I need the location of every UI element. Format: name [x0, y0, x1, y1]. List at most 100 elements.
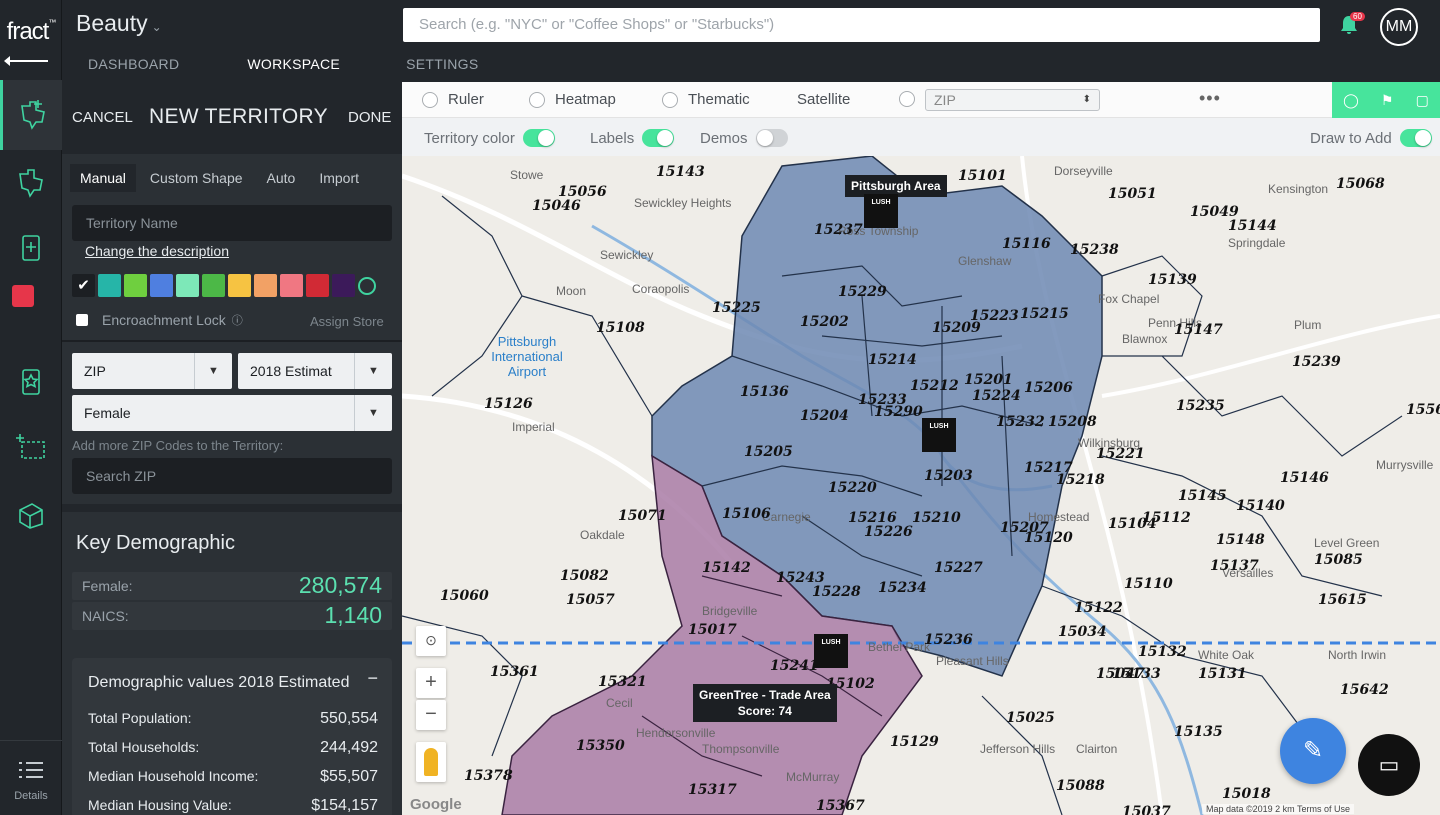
cancel-button[interactable]: CANCEL	[72, 109, 133, 126]
notification-badge: 60	[1350, 12, 1365, 21]
zip-label: 15224	[972, 388, 1021, 404]
swatch-orange[interactable]	[254, 274, 277, 297]
search-zip-input[interactable]: Search ZIP	[72, 458, 392, 494]
zoom-out-button[interactable]: −	[416, 700, 446, 730]
workspace-dropdown[interactable]: Beauty ⌄	[76, 10, 162, 37]
tab-import[interactable]: Import	[309, 164, 369, 192]
swatch-red[interactable]	[306, 274, 329, 297]
add-zip-hint: Add more ZIP Codes to the Territory:	[72, 438, 284, 453]
details-label: Details	[14, 790, 48, 802]
encroachment-lock-checkbox[interactable]: Encroachment Lock ⓘ	[76, 312, 243, 328]
zip-label: 15046	[532, 198, 581, 214]
collapse-arrow-icon[interactable]	[4, 56, 48, 66]
tab-dashboard[interactable]: DASHBOARD	[80, 50, 187, 85]
place-label: Jefferson Hills	[980, 742, 1056, 756]
ruler-option[interactable]: Ruler	[422, 91, 484, 108]
territories-icon[interactable]	[0, 148, 62, 218]
swatch-selected[interactable]: ✔	[72, 274, 95, 297]
selection-area-icon[interactable]	[0, 412, 62, 482]
zip-label: 15228	[812, 584, 861, 600]
swatch-lime[interactable]	[124, 274, 147, 297]
demo-value-row: Total Households: 244,492	[88, 739, 378, 756]
swatch-purple[interactable]	[332, 274, 355, 297]
draw-to-add-toggle[interactable]: Draw to Add	[1310, 129, 1432, 147]
tab-auto[interactable]: Auto	[257, 164, 306, 192]
favorite-location-icon[interactable]	[0, 346, 62, 416]
key-demographic-title: Key Demographic	[76, 532, 235, 554]
top-bar: Beauty ⌄ DASHBOARD WORKSPACE SETTINGS Sea…	[62, 0, 1440, 85]
boundary-type-select[interactable]: ZIP ▼	[72, 353, 232, 389]
tab-custom-shape[interactable]: Custom Shape	[140, 164, 253, 192]
swatch-teal[interactable]	[98, 274, 121, 297]
tab-manual[interactable]: Manual	[70, 164, 136, 192]
labels-toggle[interactable]: Labels	[590, 129, 675, 147]
store-marker[interactable]: LUSH	[814, 634, 848, 668]
collapse-icon[interactable]: −	[367, 668, 378, 689]
territory-name-input[interactable]: Territory Name	[72, 205, 392, 241]
fract-logo[interactable]: fract™	[0, 18, 62, 46]
add-location-icon[interactable]	[0, 212, 62, 282]
edit-fab-button[interactable]: ✎	[1280, 718, 1346, 784]
zip-label: 15106	[722, 506, 771, 522]
zip-label: 15101	[958, 168, 1007, 184]
street-view-pegman-icon[interactable]	[416, 742, 446, 782]
chat-launcher-button[interactable]: ▭	[1358, 734, 1420, 796]
zip-label: 15145	[1178, 488, 1227, 504]
change-description-link[interactable]: Change the description	[85, 243, 229, 259]
global-search-input[interactable]: Search (e.g. "NYC" or "Coffee Shops" or …	[403, 8, 1320, 42]
zip-label: 15642	[1340, 682, 1389, 698]
satellite-option[interactable]: Satellite	[797, 91, 850, 108]
zip-layer-radio[interactable]	[899, 91, 925, 107]
zip-label: 15237	[814, 222, 863, 238]
place-label: Bridgeville	[702, 604, 758, 618]
new-territory-icon[interactable]	[0, 80, 62, 150]
user-avatar[interactable]: MM	[1380, 8, 1418, 46]
flag-draw-icon[interactable]: ⚑	[1381, 92, 1394, 109]
heatmap-option[interactable]: Heatmap	[529, 91, 616, 108]
tab-workspace[interactable]: WORKSPACE	[221, 50, 367, 85]
map-attribution[interactable]: Map data ©2019 2 km Terms of Use	[1202, 804, 1355, 814]
zip-label: 15131	[1198, 666, 1247, 682]
assign-store-link[interactable]: Assign Store	[310, 314, 384, 329]
store-marker[interactable]: LUSH	[922, 418, 956, 452]
place-label: North Irwin	[1328, 648, 1387, 662]
swatch-pink[interactable]	[280, 274, 303, 297]
zip-label: 15206	[1024, 380, 1073, 396]
zip-label: 15208	[1048, 414, 1097, 430]
zip-label: 15225	[712, 300, 761, 316]
zip-label: 15144	[1228, 218, 1277, 234]
zip-label: 15212	[910, 378, 959, 394]
demographic-select[interactable]: Female ▼	[72, 395, 392, 431]
custom-color-icon[interactable]	[358, 277, 376, 295]
place-label: Clairton	[1076, 742, 1118, 756]
zip-label: 15615	[1318, 592, 1367, 608]
divider	[62, 504, 402, 512]
zip-label: 15236	[924, 632, 973, 648]
zip-label: 15227	[934, 560, 983, 576]
tab-settings[interactable]: SETTINGS	[398, 50, 486, 85]
swatch-yellow[interactable]	[228, 274, 251, 297]
zip-label: 15018	[1222, 786, 1271, 802]
demos-toggle[interactable]: Demos	[700, 129, 788, 147]
done-button[interactable]: DONE	[348, 109, 391, 126]
circle-draw-icon[interactable]: ◯	[1343, 92, 1359, 109]
rectangle-draw-icon[interactable]: ▢	[1416, 92, 1429, 109]
zip-layer-select[interactable]: ZIP ⬍	[925, 89, 1100, 111]
year-select[interactable]: 2018 Estimat ▼	[238, 353, 392, 389]
edit-icon: ✎	[1302, 737, 1324, 764]
3d-box-icon[interactable]	[0, 480, 62, 550]
swatch-mint[interactable]	[176, 274, 199, 297]
zip-label: 15204	[800, 408, 849, 424]
territory-color-toggle[interactable]: Territory color	[424, 129, 555, 147]
zip-label: 15034	[1058, 624, 1107, 640]
swatch-blue[interactable]	[150, 274, 173, 297]
swatch-green[interactable]	[202, 274, 225, 297]
thematic-option[interactable]: Thematic	[662, 91, 750, 108]
zoom-in-button[interactable]: +	[416, 668, 446, 698]
store-marker[interactable]: LUSH	[864, 194, 898, 228]
zip-label: 15201	[964, 372, 1013, 388]
details-button[interactable]: Details	[0, 740, 62, 815]
locate-me-button[interactable]: ⊙	[416, 626, 446, 656]
more-options-icon[interactable]: •••	[1199, 88, 1221, 109]
map-area[interactable]: Ruler Heatmap Thematic Satellite ZIP ⬍ ••…	[402, 82, 1440, 815]
